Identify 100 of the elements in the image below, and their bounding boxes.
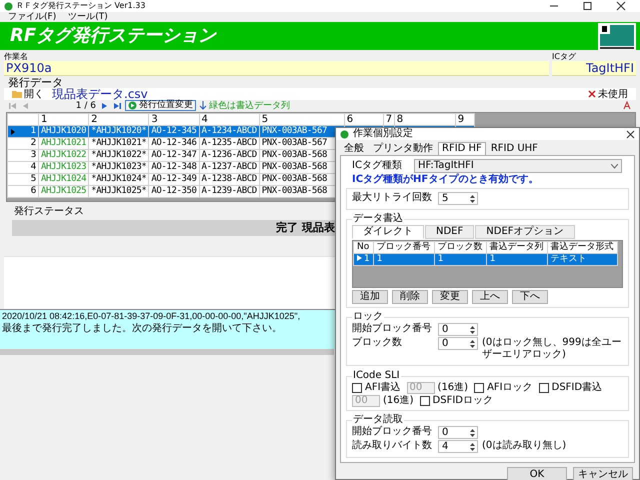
number-spinner[interactable]: 0 xyxy=(438,426,478,439)
number-spinner[interactable]: 4 xyxy=(438,440,478,453)
spin-arrows-icon xyxy=(469,324,476,334)
checkbox[interactable] xyxy=(538,383,549,393)
row-number: 1 xyxy=(30,126,36,136)
down-arrow-icon xyxy=(199,101,207,110)
spin-arrows-icon xyxy=(469,428,476,438)
tab[interactable]: NDEFオプション xyxy=(475,225,575,239)
last-page-icon[interactable] xyxy=(112,100,122,110)
close-icon[interactable] xyxy=(626,130,635,138)
checkbox-label: DSFIDロック xyxy=(432,395,493,407)
table-cell: AHJJK1022 xyxy=(38,150,89,162)
ic-tag-field[interactable]: TagItHFI xyxy=(552,61,636,76)
open-button[interactable]: 開く xyxy=(10,88,46,100)
tag-type-dropdown[interactable]: HF:TagItHFI xyxy=(414,159,622,173)
number-spinner[interactable]: 5 xyxy=(438,192,478,205)
checkbox-label: AFIロック xyxy=(487,382,533,394)
field-label: ICタグ種類 xyxy=(352,160,402,172)
table-cell: A-1237-ABCD xyxy=(199,162,260,174)
unit-label: (16進) xyxy=(438,382,468,394)
table-cell: A-1238-ABCD xyxy=(199,174,260,186)
checkbox[interactable] xyxy=(474,383,484,393)
table-cell: *AHJJK1023* xyxy=(88,162,149,174)
table-cell: AO-12-350 xyxy=(148,186,200,198)
row-number: 6 xyxy=(30,186,36,196)
number-spinner[interactable]: 0 xyxy=(438,323,478,336)
menu-item[interactable]: ファイル(F) xyxy=(8,12,56,22)
grid-button[interactable]: 上へ xyxy=(472,290,508,304)
table-cell: *AHJJK1024* xyxy=(88,174,149,186)
table-cell: AO-12-347 xyxy=(148,150,200,162)
number-spinner[interactable]: 0 xyxy=(438,337,478,350)
move-position-button[interactable]: 発行位置変更 xyxy=(125,100,196,111)
menu-item[interactable]: ツール(T) xyxy=(68,12,108,22)
table-cell: AO-12-346 xyxy=(148,138,200,150)
column-header: 2 xyxy=(88,114,149,126)
table-cell: AO-12-348 xyxy=(148,162,200,174)
column-header: 書込データ形式 xyxy=(547,242,618,254)
table-cell: *AHJJK1022* xyxy=(88,150,149,162)
folder-icon xyxy=(12,90,22,98)
dialog-button[interactable]: OK xyxy=(507,467,567,480)
legend-text: 緑色は書込データ列 xyxy=(209,100,290,112)
unused-button[interactable]: 未使用 xyxy=(586,88,630,100)
table-cell: AHJJK1024 xyxy=(38,174,89,186)
row-pointer-icon xyxy=(10,129,16,135)
table-cell: A-1235-ABCD xyxy=(199,138,260,150)
log-line: 2020/10/21 08:42:16,E0-07-81-39-37-09-0F-31,00-00-00-00,"AHJJK1025", xyxy=(2,311,300,322)
field-label: 読み取りバイト数 xyxy=(352,440,433,452)
checkbox-label: DSFID書込 xyxy=(552,382,602,394)
column-header: No xyxy=(354,242,374,254)
table-cell: AO-12-349 xyxy=(148,174,200,186)
dialog-title: 作業個別設定 xyxy=(353,128,413,140)
table-cell: *AHJJK1020* xyxy=(88,126,149,138)
checkbox[interactable] xyxy=(352,383,362,393)
grid-button[interactable]: 削除 xyxy=(392,290,428,304)
tab[interactable]: RFID UHF xyxy=(486,142,542,155)
table-cell: AO-12-345 xyxy=(148,126,200,138)
status-message: 完了 現品表 xyxy=(276,222,335,234)
table-cell: A-1234-ABCD xyxy=(199,126,260,138)
row-number: 3 xyxy=(30,150,36,160)
spin-arrows-icon xyxy=(469,194,476,204)
checkbox[interactable] xyxy=(420,396,430,406)
hint-text: (0はロック無し、999は全ユーザーエリアロック) xyxy=(482,337,622,361)
hint-text: ICタグ種類がHFタイプのとき有効です。 xyxy=(351,174,540,186)
table-cell: テキスト xyxy=(547,254,618,266)
table-cell: 1 xyxy=(486,254,548,266)
spin-arrows-icon xyxy=(469,442,476,452)
tab[interactable]: ダイレクト xyxy=(352,225,424,239)
row-number: 5 xyxy=(30,174,36,184)
unit-label: (16進) xyxy=(383,395,414,407)
tab[interactable]: プリンタ動作 xyxy=(369,142,437,155)
job-name-field[interactable]: PX910a xyxy=(4,61,549,76)
group-title: ロック xyxy=(352,311,384,322)
banner-title: RFタグ発行ステーション xyxy=(10,25,216,47)
grid-button[interactable]: 追加 xyxy=(352,290,388,304)
row-number: 2 xyxy=(30,138,36,148)
spin-arrows-icon xyxy=(469,338,476,348)
log-line: 最後まで発行完了しました。次の発行データを開いて下さい。 xyxy=(2,322,282,335)
table-cell: 1 xyxy=(373,254,434,266)
field-label: ICタグ xyxy=(552,52,577,61)
column-header: 4 xyxy=(199,114,260,126)
table-cell: AHJJK1020 xyxy=(38,126,89,138)
group-title: データ書込 xyxy=(352,213,404,225)
hint-text: (0は読み取り無し) xyxy=(482,440,568,452)
row-number: 4 xyxy=(30,162,36,172)
cross-icon xyxy=(588,90,596,98)
file-name: 現品表データ.csv xyxy=(52,88,148,100)
grid-button[interactable]: 下へ xyxy=(512,290,548,304)
app-icon xyxy=(340,130,349,138)
column-header: 3 xyxy=(148,114,200,126)
dialog-button[interactable]: キャンセル xyxy=(573,467,633,480)
table-cell: AHJJK1025 xyxy=(38,186,89,198)
tab[interactable]: RFID HF xyxy=(438,142,486,155)
grid-button[interactable]: 変更 xyxy=(432,290,468,304)
logo-icon xyxy=(598,22,636,50)
page-indicator: 1 / 6 xyxy=(74,100,96,112)
table-cell: A-1236-ABCD xyxy=(199,150,260,162)
group-title: データ読取 xyxy=(352,414,404,426)
table-cell: 1 xyxy=(354,254,374,266)
field-label: ブロック数 xyxy=(352,337,403,349)
tab[interactable]: NDEF xyxy=(425,225,474,239)
